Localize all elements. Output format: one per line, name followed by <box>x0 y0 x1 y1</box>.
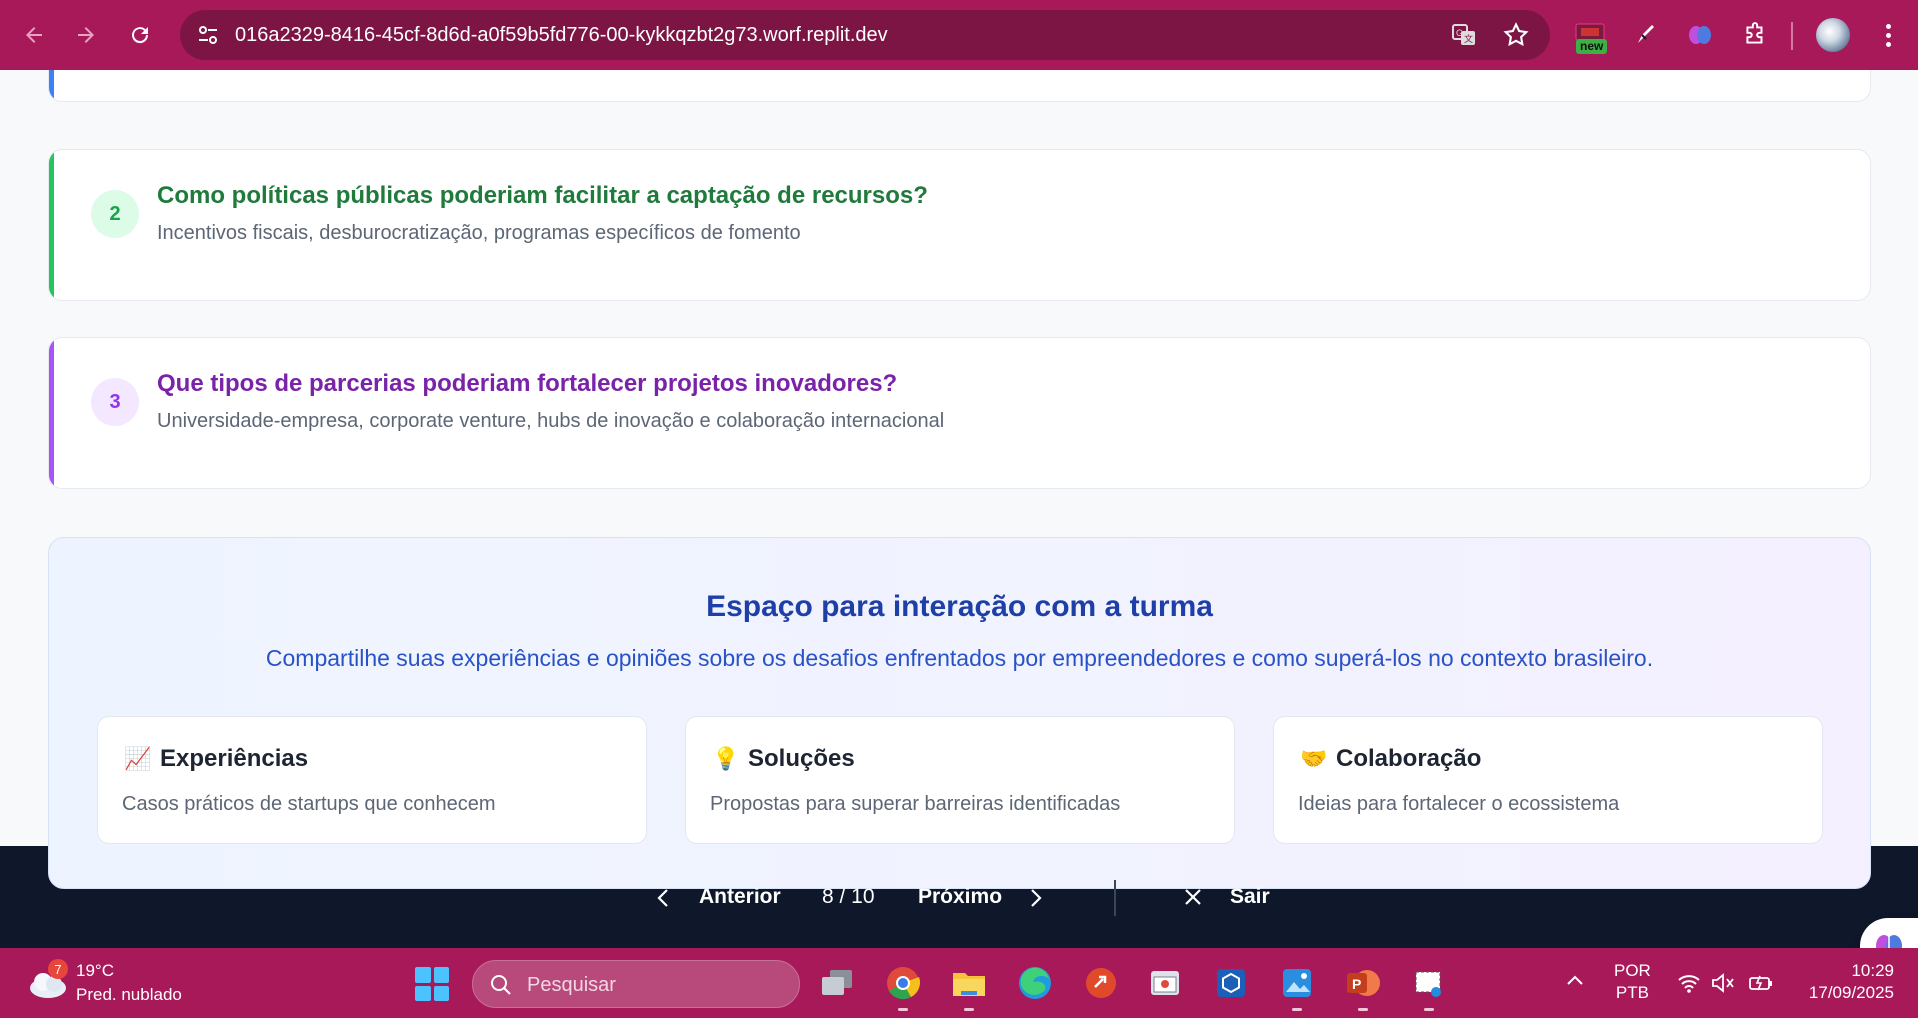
chrome-icon[interactable] <box>884 964 922 1002</box>
browser-toolbar: 016a2329-8416-45cf-8d6d-a0f59b5fd776-00-… <box>0 0 1918 70</box>
question-answer: Incentivos fiscais, desburocratização, p… <box>157 222 801 244</box>
taskbar-search[interactable]: Pesquisar <box>472 960 800 1008</box>
reload-icon <box>132 27 149 44</box>
topic-description: Casos práticos de startups que conhecem <box>122 793 496 815</box>
language-indicator[interactable]: POR PTB <box>1614 960 1651 1004</box>
next-button[interactable]: Próximo <box>918 885 1002 909</box>
topic-title: Soluções <box>748 745 855 772</box>
chevron-up-icon[interactable] <box>1564 970 1586 992</box>
topic-card-experiencias: 📈 Experiências Casos práticos de startups… <box>97 716 647 844</box>
search-icon <box>491 975 511 995</box>
back-button[interactable] <box>14 15 54 55</box>
interaction-title: Espaço para interação com a turma <box>706 590 1213 623</box>
handshake-icon: 🤝 <box>1300 746 1328 771</box>
app-running-indicator <box>898 1008 908 1011</box>
weather-condition[interactable]: Pred. nublado <box>76 985 182 1005</box>
edge-icon[interactable] <box>1016 964 1054 1002</box>
address-bar[interactable]: 016a2329-8416-45cf-8d6d-a0f59b5fd776-00-… <box>180 10 1550 60</box>
question-card-3: 3 Que tipos de parcerias poderiam fortal… <box>48 337 1871 489</box>
app-running-indicator <box>1358 1008 1368 1011</box>
topic-title: Colaboração <box>1336 745 1482 772</box>
new-badge: new <box>1576 39 1608 54</box>
extension-brain-icon[interactable] <box>1682 17 1718 53</box>
topic-description: Propostas para superar barreiras identif… <box>710 793 1121 815</box>
lightbulb-icon: 💡 <box>712 746 740 771</box>
question-card-1 <box>48 70 1871 102</box>
volume-muted-icon[interactable] <box>1710 970 1736 996</box>
prev-button[interactable]: Anterior <box>699 885 781 909</box>
interaction-subtitle: Compartilhe suas experiências e opiniões… <box>265 645 1654 671</box>
extensions-puzzle-icon[interactable] <box>1737 17 1773 53</box>
slide-page: 2 Como políticas públicas poderiam facil… <box>0 70 1918 948</box>
language-line-2: PTB <box>1615 983 1649 1002</box>
question-number: 3 <box>91 378 139 426</box>
question-title: Como políticas públicas poderiam facilit… <box>157 182 928 209</box>
clock-time: 10:29 <box>1851 961 1894 980</box>
svg-text:P: P <box>1352 976 1361 992</box>
app-running-indicator <box>1292 1008 1302 1011</box>
question-card-2: 2 Como políticas públicas poderiam facil… <box>48 149 1871 301</box>
question-answer: Universidade-empresa, corporate venture,… <box>157 410 945 432</box>
snip-sketch-icon[interactable] <box>1410 964 1448 1002</box>
prev-chevron-icon[interactable] <box>656 886 670 916</box>
toolbar-divider <box>1791 22 1793 50</box>
brain-icon <box>1876 935 1902 948</box>
question-title: Que tipos de parcerias poderiam fortalec… <box>157 370 898 397</box>
exit-button[interactable]: Sair <box>1230 885 1270 909</box>
translate-icon[interactable]: G 文 <box>1450 21 1478 49</box>
topic-description: Ideias para fortalecer o ecossistema <box>1298 793 1620 815</box>
back-arrow-icon <box>26 27 42 43</box>
search-placeholder: Pesquisar <box>527 974 616 996</box>
app-running-indicator <box>1424 1008 1434 1011</box>
nav-separator <box>1114 880 1116 916</box>
windows-start-icon[interactable] <box>415 967 449 1001</box>
profile-avatar[interactable] <box>1816 18 1850 52</box>
extension-rocket-icon[interactable] <box>1628 17 1664 53</box>
file-explorer-icon[interactable] <box>950 964 988 1002</box>
weather-temperature[interactable]: 19°C <box>76 961 114 981</box>
topic-card-colaboracao: 🤝 Colaboração Ideias para fortalecer o ec… <box>1273 716 1823 844</box>
topic-title: Experiências <box>160 745 309 772</box>
photos-icon[interactable] <box>1278 964 1316 1002</box>
wifi-icon[interactable] <box>1676 970 1702 996</box>
bookmark-star-icon[interactable] <box>1502 21 1530 49</box>
forward-button[interactable] <box>66 15 106 55</box>
card-accent-bar <box>49 150 54 300</box>
virtualbox-icon[interactable] <box>1212 964 1250 1002</box>
clock-date: 17/09/2025 <box>1808 983 1894 1002</box>
next-chevron-icon[interactable] <box>1029 886 1043 916</box>
battery-charging-icon[interactable] <box>1748 970 1774 996</box>
svg-text:文: 文 <box>1464 33 1473 44</box>
card-accent-bar <box>49 70 54 101</box>
remote-desktop-icon[interactable] <box>1082 964 1120 1002</box>
question-number: 2 <box>91 190 139 238</box>
interaction-panel: Espaço para interação com a turma Compar… <box>48 537 1871 889</box>
extension-new-icon[interactable]: new <box>1572 17 1608 54</box>
weather-alert-badge: 7 <box>48 959 68 979</box>
svg-text:G: G <box>1456 28 1463 38</box>
url-text[interactable]: 016a2329-8416-45cf-8d6d-a0f59b5fd776-00-… <box>235 24 888 47</box>
snipping-tool-icon[interactable] <box>1146 964 1184 1002</box>
powerpoint-icon[interactable]: P <box>1344 964 1382 1002</box>
close-icon[interactable] <box>1184 888 1202 912</box>
app-running-indicator <box>964 1008 974 1011</box>
reload-button[interactable] <box>120 15 160 55</box>
forward-arrow-icon <box>78 27 94 43</box>
browser-menu-icon[interactable] <box>1874 18 1902 52</box>
site-info-icon[interactable] <box>196 23 220 47</box>
card-accent-bar <box>49 338 54 488</box>
chart-icon: 📈 <box>124 746 152 771</box>
language-line-1: POR <box>1614 961 1651 980</box>
topic-card-solucoes: 💡 Soluções Propostas para superar barreir… <box>685 716 1235 844</box>
clock[interactable]: 10:29 17/09/2025 <box>1794 960 1894 1004</box>
page-indicator: 8 / 10 <box>822 885 875 908</box>
task-view-icon[interactable] <box>818 964 856 1002</box>
windows-taskbar: 7 19°C Pred. nublado Pesquisar P POR PTB… <box>0 948 1918 1018</box>
